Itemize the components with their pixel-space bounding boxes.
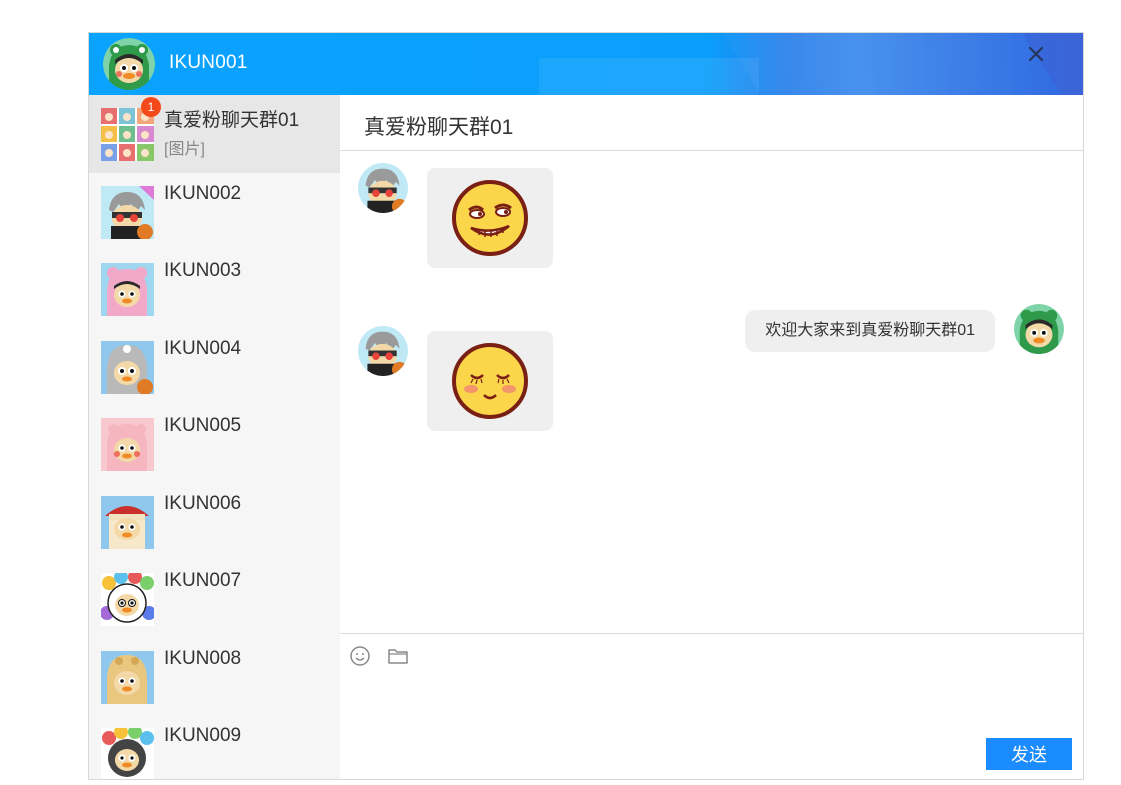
pink-hood-avatar <box>101 263 154 316</box>
self-avatar[interactable] <box>1014 304 1064 354</box>
contact-item-ikun009[interactable]: IKUN009 <box>89 715 340 779</box>
contact-name: IKUN008 <box>164 647 242 669</box>
chat-header: 真爱粉聊天群01 <box>340 95 1083 151</box>
contact-item-ikun002[interactable]: IKUN002 <box>89 173 340 251</box>
send-button[interactable]: 发送 <box>986 738 1072 770</box>
title-bar: IKUN001 <box>89 33 1083 95</box>
contact-item-ikun007[interactable]: IKUN007 <box>89 560 340 638</box>
image-message[interactable] <box>427 168 553 268</box>
contact-name: 真爱粉聊天群01 <box>164 110 300 131</box>
flower-hood-avatar-2 <box>101 725 154 779</box>
contact-item-ikun004[interactable]: IKUN004 <box>89 328 340 406</box>
contact-item-ikun008[interactable]: IKUN008 <box>89 638 340 716</box>
contact-item-group[interactable]: 1 真爱粉聊天群01 [图片] <box>89 95 340 173</box>
message-input[interactable] <box>348 674 1072 736</box>
gray-hood-avatar <box>101 340 154 395</box>
user-avatar[interactable] <box>103 38 155 90</box>
sender-avatar[interactable] <box>358 326 408 376</box>
tan-hood-avatar <box>101 650 154 704</box>
message-list: 欢迎大家来到真爱粉聊天群01 <box>340 151 1083 633</box>
grinning-smirk-emoji <box>452 180 528 256</box>
contact-item-ikun005[interactable]: IKUN005 <box>89 405 340 483</box>
pig-hood-avatar <box>101 418 154 471</box>
contact-last-message: [图片] <box>164 141 205 158</box>
sender-avatar[interactable] <box>358 163 408 213</box>
close-icon[interactable] <box>1025 43 1047 65</box>
contact-name: IKUN003 <box>164 260 242 281</box>
text-message[interactable]: 欢迎大家来到真爱粉聊天群01 <box>745 310 995 352</box>
contact-name: IKUN002 <box>164 182 242 204</box>
contact-list: 1 真爱粉聊天群01 [图片] IKUN002 IKUN003 IKUN004 … <box>89 95 340 779</box>
contact-name: IKUN005 <box>164 415 242 436</box>
window-title: IKUN001 <box>169 52 248 73</box>
blushing-content-emoji <box>452 343 528 419</box>
flower-hood-avatar <box>100 570 156 626</box>
image-message[interactable] <box>427 331 553 431</box>
red-hat-avatar <box>101 495 154 549</box>
message-composer: 发送 <box>340 633 1083 779</box>
contact-name: IKUN007 <box>164 570 242 591</box>
emoji-icon[interactable] <box>348 644 372 668</box>
contact-item-ikun006[interactable]: IKUN006 <box>89 483 340 561</box>
contact-item-ikun003[interactable]: IKUN003 <box>89 250 340 328</box>
unread-badge: 1 <box>141 97 161 117</box>
gray-hair-avatar <box>101 185 154 240</box>
contact-name: IKUN006 <box>164 492 242 514</box>
chat-window: IKUN001 1 真爱粉聊天群01 [图片] IKUN002 IKUN003 … <box>88 32 1084 780</box>
contact-name: IKUN009 <box>164 725 242 746</box>
chat-title: 真爱粉聊天群01 <box>364 116 514 139</box>
folder-icon[interactable] <box>386 644 410 668</box>
contact-name: IKUN004 <box>164 337 242 359</box>
